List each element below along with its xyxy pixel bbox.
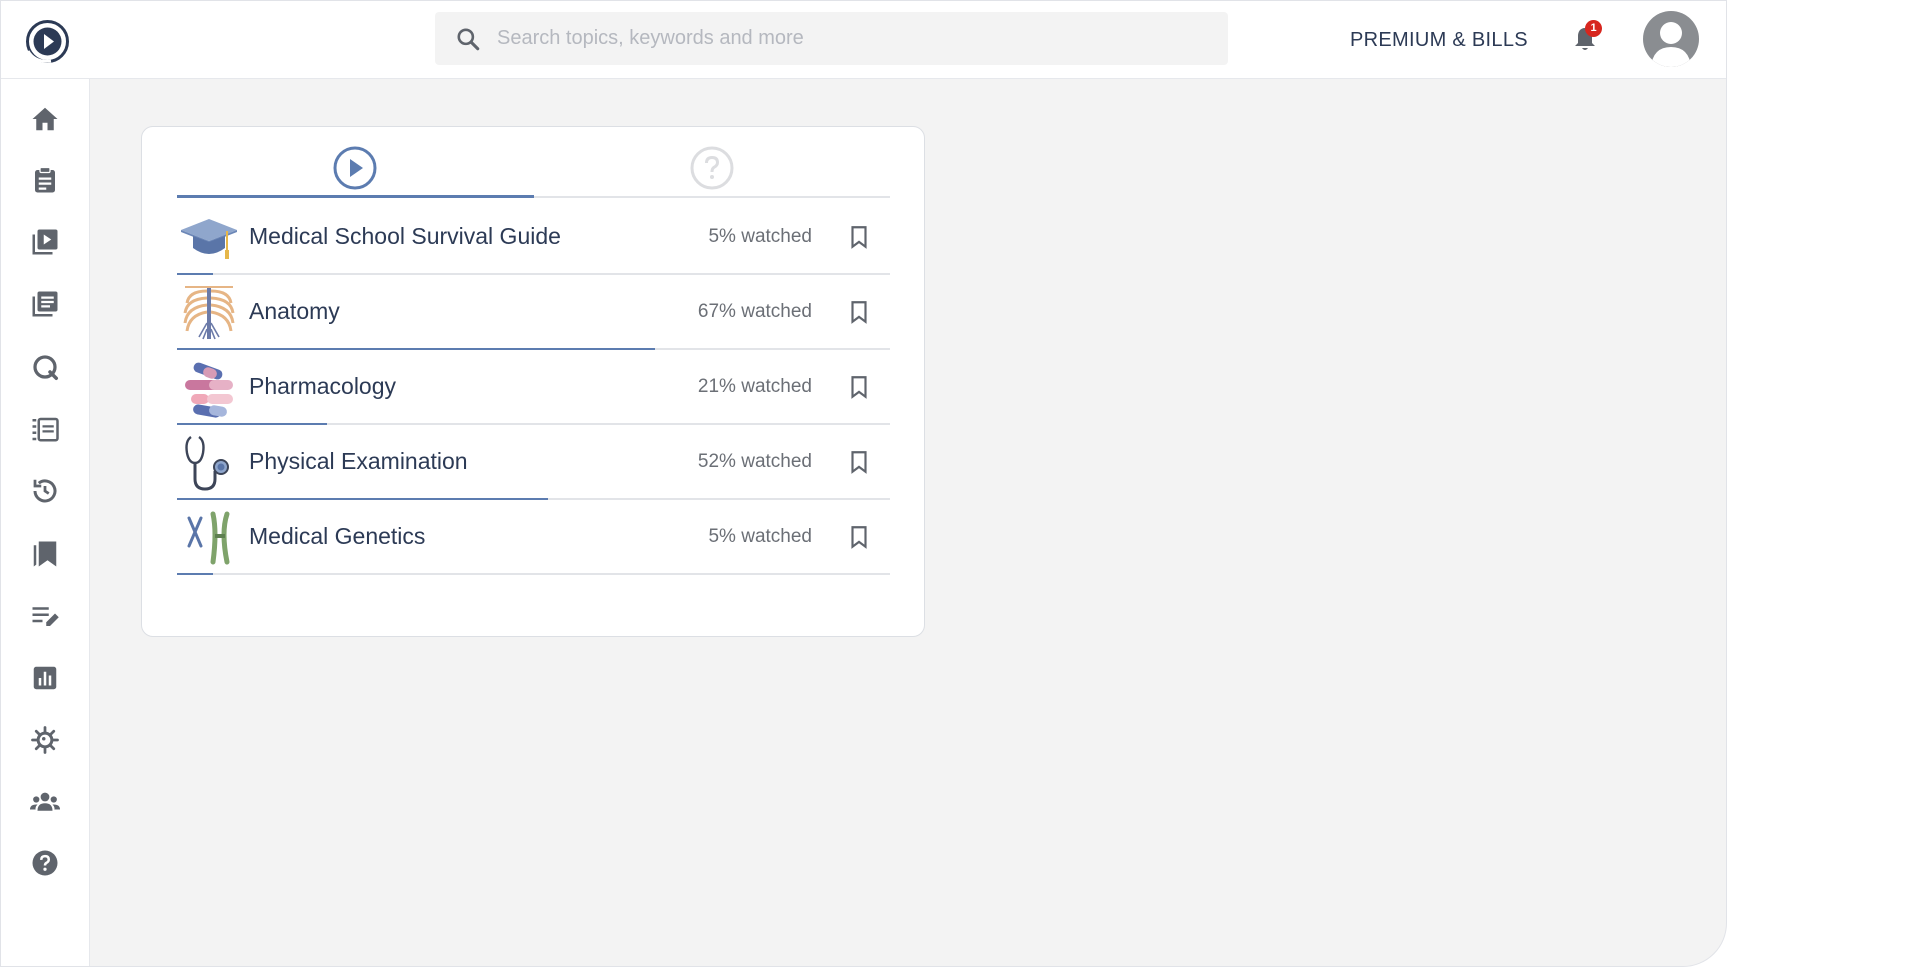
graduation-cap-icon [181,219,237,259]
history-icon [33,479,57,503]
course-title: Medical Genetics [249,523,426,549]
sidebar-item-clipboard[interactable] [27,162,63,198]
sidebar-item-help[interactable] [27,845,63,881]
course-library-card: Medical School Survival Guide 5% watched [141,126,925,637]
course-row[interactable]: Anatomy 67% watched [177,275,890,350]
user-icon [1651,22,1691,67]
search-bar[interactable] [435,12,1228,65]
tab-video[interactable] [177,145,533,198]
articles-icon [32,291,58,317]
sidebar-item-microbes[interactable] [27,722,63,758]
bar-chart-icon [33,666,57,690]
sidebar-item-videos[interactable] [27,224,63,260]
course-progress-label: 5% watched [708,226,812,247]
course-title: Medical School Survival Guide [249,223,561,249]
content-tabs [177,145,890,198]
sidebar-item-statistics[interactable] [27,660,63,696]
course-row[interactable]: Medical Genetics 5% watched [177,500,890,575]
group-icon [30,792,60,811]
question-circle-icon [690,146,734,190]
course-row[interactable]: Medical School Survival Guide 5% watched [177,200,890,275]
top-bar: PREMIUM & BILLS 1 [1,1,1726,79]
sidebar-item-bookmarks[interactable] [27,536,63,572]
sidebar-item-community[interactable] [27,784,63,820]
home-icon [32,107,58,131]
course-progress-label: 67% watched [697,301,812,322]
bookmarks-icon [33,541,57,567]
app-window: PREMIUM & BILLS 1 [0,0,1727,967]
chromosome-icon [187,511,230,565]
help-icon [32,850,58,876]
notifications-button[interactable]: 1 [1570,20,1602,55]
bookmark-icon[interactable] [846,374,872,400]
user-avatar[interactable] [1643,11,1699,67]
ribcage-icon [183,286,235,340]
list-icon [32,417,59,442]
active-tab-indicator [177,195,534,198]
play-circle-icon [333,146,377,190]
course-row[interactable]: Physical Examination 52% watched [177,425,890,500]
premium-bills-link[interactable]: PREMIUM & BILLS [1350,25,1528,55]
course-title: Anatomy [249,298,340,324]
search-icon [457,27,480,50]
course-progress-label: 52% watched [697,451,812,472]
course-title: Pharmacology [249,373,397,399]
stethoscope-icon [185,436,229,491]
bookmark-icon[interactable] [846,224,872,250]
bookmark-icon[interactable] [846,449,872,475]
course-progress-label: 5% watched [708,526,812,547]
virus-icon [31,726,59,754]
qbank-icon [33,355,58,380]
sidebar [1,79,90,966]
pills-icon [185,362,233,418]
bookmark-icon[interactable] [846,299,872,325]
logo-icon[interactable] [25,19,70,64]
notes-icon [32,607,59,626]
search-input[interactable] [497,27,1197,50]
sidebar-item-articles[interactable] [27,286,63,322]
clipboard-icon [35,166,55,193]
sidebar-item-qbank[interactable] [27,349,63,385]
tab-questions[interactable] [534,145,890,198]
course-progress-bar [177,573,213,575]
video-library-icon [32,229,58,255]
course-row[interactable]: Pharmacology 21% watched [177,350,890,425]
sidebar-item-study-plan[interactable] [27,411,63,447]
notification-badge: 1 [1585,20,1602,37]
sidebar-item-history[interactable] [27,473,63,509]
bookmark-icon[interactable] [846,524,872,550]
course-list: Medical School Survival Guide 5% watched [177,200,890,575]
course-progress-label: 21% watched [697,376,812,397]
sidebar-item-home[interactable] [27,101,63,137]
course-title: Physical Examination [249,448,468,474]
sidebar-item-notes[interactable] [27,598,63,634]
